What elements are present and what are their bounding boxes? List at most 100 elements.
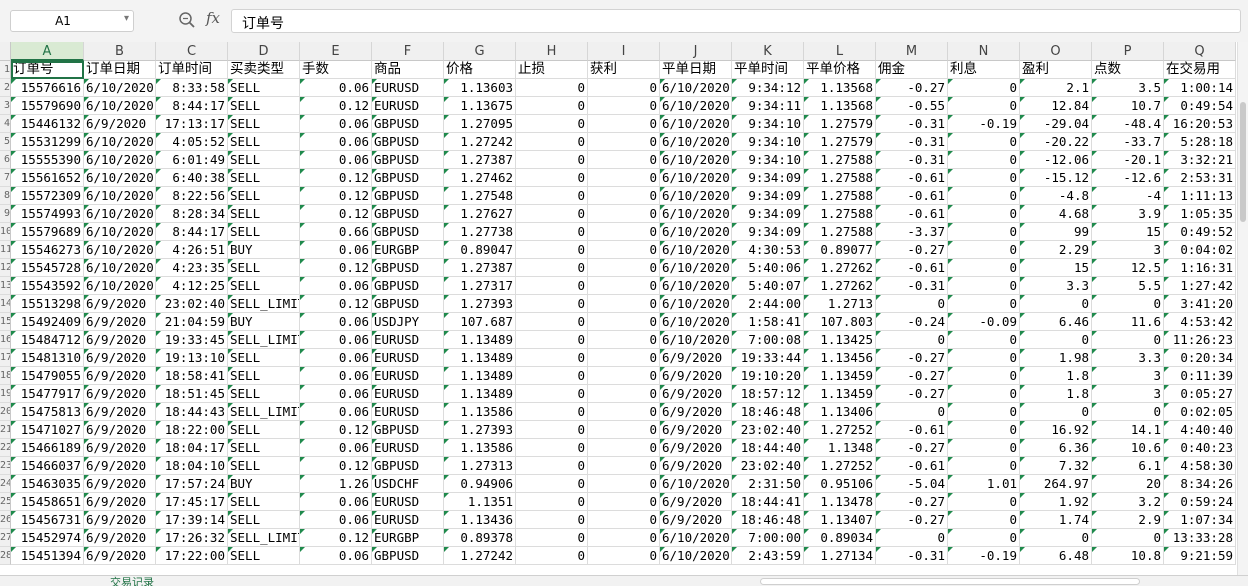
data-cell[interactable]: -0.31 <box>876 151 948 169</box>
data-cell[interactable]: 6/10/2020 <box>660 187 732 205</box>
data-cell[interactable]: 6/10/2020 <box>84 205 156 223</box>
data-cell[interactable]: USDJPY <box>372 313 444 331</box>
data-cell[interactable]: 0 <box>948 457 1020 475</box>
data-cell[interactable]: 6/10/2020 <box>84 241 156 259</box>
column-title-cell[interactable]: 利息 <box>948 61 1020 79</box>
data-cell[interactable]: 9:34:10 <box>732 133 804 151</box>
column-header-o[interactable]: O <box>1020 42 1092 61</box>
data-cell[interactable]: 107.687 <box>444 313 516 331</box>
data-cell[interactable]: 0:49:54 <box>1164 97 1236 115</box>
column-title-cell[interactable]: 价格 <box>444 61 516 79</box>
data-cell[interactable]: GBPUSD <box>372 187 444 205</box>
data-cell[interactable]: 3 <box>1092 385 1164 403</box>
row-header[interactable]: 19 <box>0 385 11 403</box>
data-cell[interactable]: 0 <box>516 439 588 457</box>
data-cell[interactable]: 6/10/2020 <box>660 277 732 295</box>
data-cell[interactable]: -0.27 <box>876 385 948 403</box>
data-cell[interactable]: 1.13603 <box>444 79 516 97</box>
data-cell[interactable]: 0 <box>516 511 588 529</box>
data-cell[interactable]: BUY <box>228 313 300 331</box>
data-cell[interactable]: -0.27 <box>876 241 948 259</box>
data-cell[interactable]: 6/9/2020 <box>84 493 156 511</box>
data-cell[interactable]: 0 <box>876 331 948 349</box>
data-cell[interactable]: 0 <box>948 421 1020 439</box>
data-cell[interactable]: 0 <box>588 421 660 439</box>
data-cell[interactable]: 9:34:10 <box>732 151 804 169</box>
data-cell[interactable]: 1.27393 <box>444 295 516 313</box>
data-cell[interactable]: 6/9/2020 <box>84 403 156 421</box>
data-cell[interactable]: 0 <box>948 133 1020 151</box>
data-cell[interactable]: 0 <box>516 151 588 169</box>
data-cell[interactable]: 6/10/2020 <box>660 295 732 313</box>
data-cell[interactable]: 15451394 <box>11 547 84 565</box>
data-cell[interactable]: 1:58:41 <box>732 313 804 331</box>
data-cell[interactable]: 6/10/2020 <box>84 277 156 295</box>
data-cell[interactable]: 0 <box>1092 403 1164 421</box>
data-cell[interactable]: 9:34:09 <box>732 205 804 223</box>
data-cell[interactable]: 17:13:17 <box>156 115 228 133</box>
data-cell[interactable]: 0 <box>948 511 1020 529</box>
data-cell[interactable]: 17:45:17 <box>156 493 228 511</box>
data-cell[interactable]: 8:34:26 <box>1164 475 1236 493</box>
data-cell[interactable]: 0.12 <box>300 529 372 547</box>
data-cell[interactable]: 18:58:41 <box>156 367 228 385</box>
data-cell[interactable]: 15555390 <box>11 151 84 169</box>
data-cell[interactable]: SELL <box>228 421 300 439</box>
data-cell[interactable]: 0:20:34 <box>1164 349 1236 367</box>
data-cell[interactable]: 6/9/2020 <box>84 529 156 547</box>
data-cell[interactable]: 19:33:45 <box>156 331 228 349</box>
data-cell[interactable]: SELL <box>228 439 300 457</box>
data-cell[interactable]: GBPUSD <box>372 133 444 151</box>
data-cell[interactable]: 6/9/2020 <box>84 313 156 331</box>
data-cell[interactable]: 6/10/2020 <box>660 313 732 331</box>
data-cell[interactable]: 6/10/2020 <box>660 169 732 187</box>
data-cell[interactable]: 0.06 <box>300 151 372 169</box>
data-cell[interactable]: 7:00:00 <box>732 529 804 547</box>
data-cell[interactable]: -0.27 <box>876 439 948 457</box>
row-header[interactable]: 2 <box>0 79 11 97</box>
data-cell[interactable]: EURGBP <box>372 529 444 547</box>
data-cell[interactable]: 6:01:49 <box>156 151 228 169</box>
data-cell[interactable]: 0.89034 <box>804 529 876 547</box>
data-cell[interactable]: 9:34:11 <box>732 97 804 115</box>
data-cell[interactable]: -0.31 <box>876 277 948 295</box>
data-cell[interactable]: 0 <box>948 277 1020 295</box>
column-title-cell[interactable]: 商品 <box>372 61 444 79</box>
data-cell[interactable]: 0 <box>516 205 588 223</box>
data-cell[interactable]: 18:04:10 <box>156 457 228 475</box>
data-cell[interactable]: 8:28:34 <box>156 205 228 223</box>
data-cell[interactable]: 0 <box>588 115 660 133</box>
data-cell[interactable]: 0 <box>588 97 660 115</box>
data-cell[interactable]: 4:40:40 <box>1164 421 1236 439</box>
data-cell[interactable]: 0:40:23 <box>1164 439 1236 457</box>
data-cell[interactable]: 13:33:28 <box>1164 529 1236 547</box>
data-cell[interactable]: 6/9/2020 <box>660 457 732 475</box>
data-cell[interactable]: 18:22:00 <box>156 421 228 439</box>
data-cell[interactable]: 1.27242 <box>444 547 516 565</box>
data-cell[interactable]: 0.06 <box>300 133 372 151</box>
data-cell[interactable]: 15479055 <box>11 367 84 385</box>
data-cell[interactable]: 0 <box>948 151 1020 169</box>
data-cell[interactable]: SELL_LIMIT <box>228 529 300 547</box>
column-header-d[interactable]: D <box>228 42 300 61</box>
data-cell[interactable]: -0.27 <box>876 349 948 367</box>
data-cell[interactable]: 6/9/2020 <box>660 385 732 403</box>
data-cell[interactable]: 15446132 <box>11 115 84 133</box>
formula-input[interactable]: 订单号 <box>231 9 1241 33</box>
row-header[interactable]: 21 <box>0 421 11 439</box>
data-cell[interactable]: 23:02:40 <box>732 421 804 439</box>
data-cell[interactable]: 0 <box>948 385 1020 403</box>
data-cell[interactable]: -0.61 <box>876 457 948 475</box>
column-title-cell[interactable]: 平单日期 <box>660 61 732 79</box>
data-cell[interactable]: 2.29 <box>1020 241 1092 259</box>
data-cell[interactable]: 0.06 <box>300 493 372 511</box>
data-cell[interactable]: 6/9/2020 <box>84 421 156 439</box>
vertical-scrollbar[interactable] <box>1237 42 1248 575</box>
row-header[interactable]: 26 <box>0 511 11 529</box>
data-cell[interactable]: 1.13489 <box>444 331 516 349</box>
data-cell[interactable]: 6.1 <box>1092 457 1164 475</box>
data-cell[interactable]: SELL <box>228 349 300 367</box>
data-cell[interactable]: 0 <box>948 331 1020 349</box>
data-cell[interactable]: GBPUSD <box>372 277 444 295</box>
data-cell[interactable]: 0 <box>516 331 588 349</box>
